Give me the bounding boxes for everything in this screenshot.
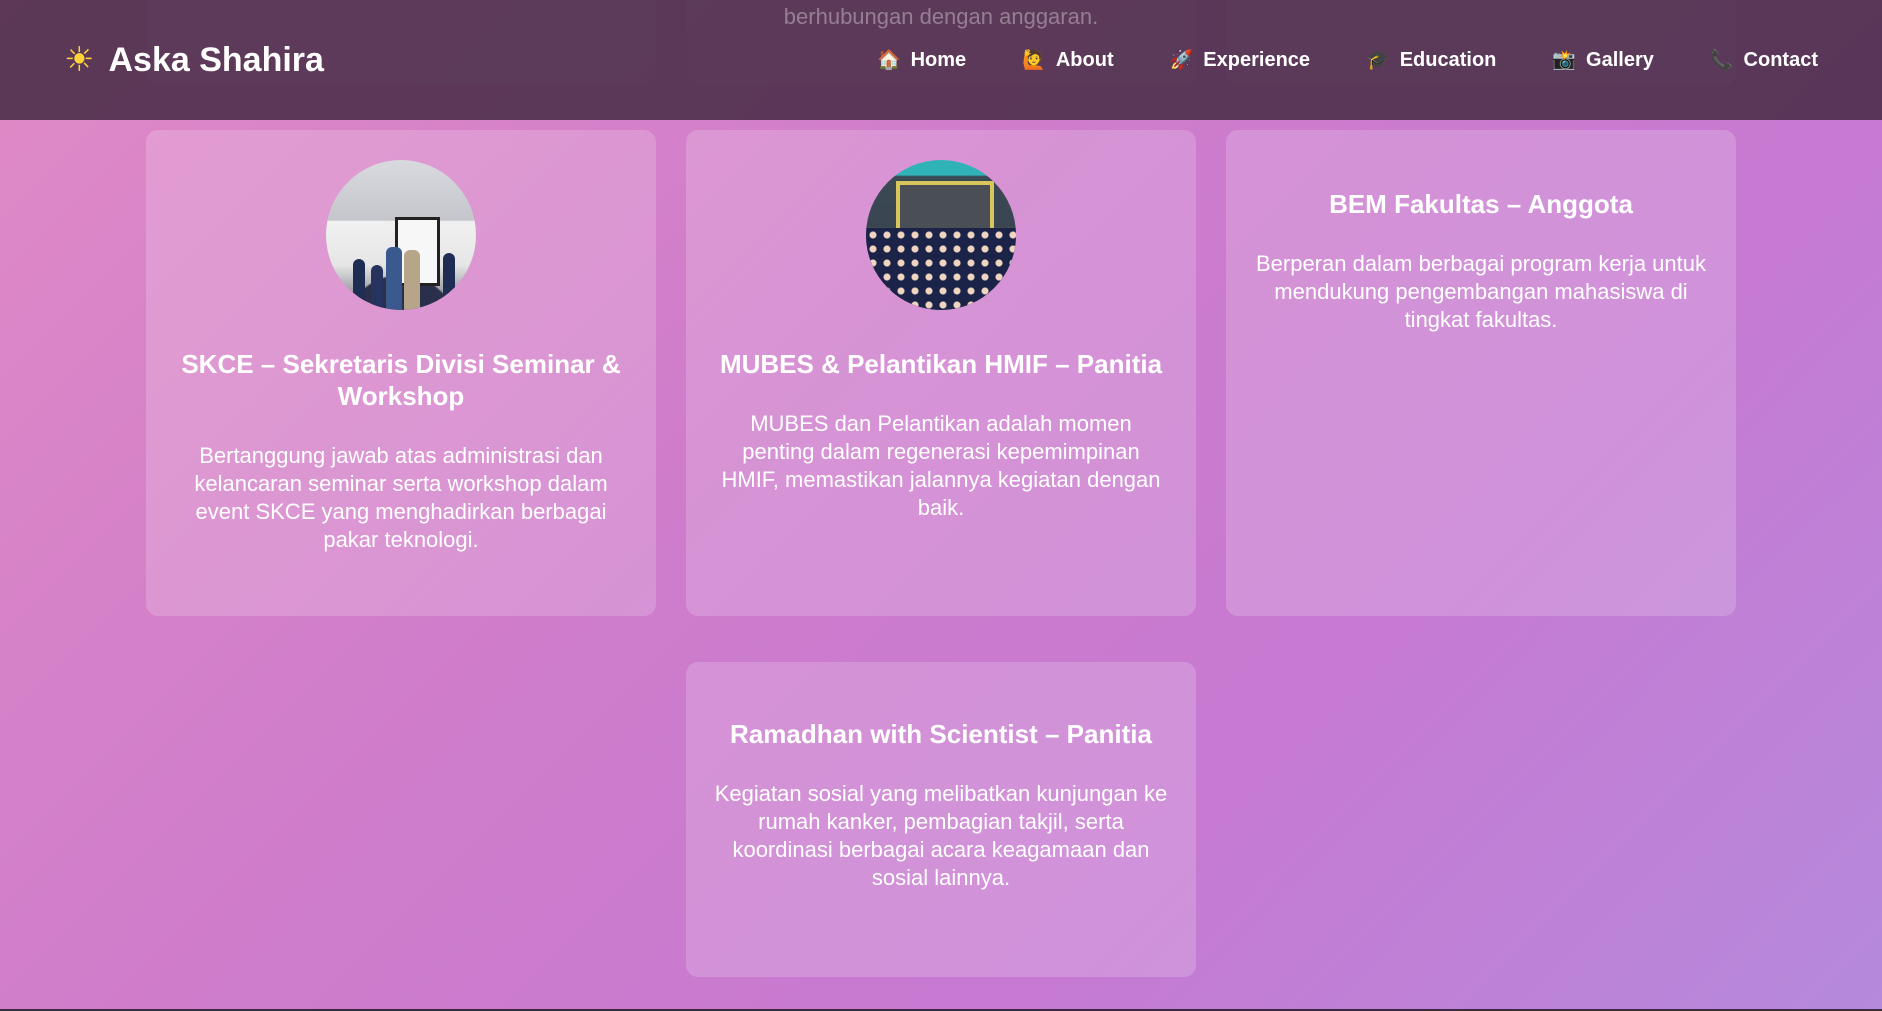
- event-photo: [326, 160, 476, 310]
- house-icon: 🏠: [876, 50, 901, 71]
- brand-logo[interactable]: ☀ Aska Shahira: [64, 40, 324, 80]
- nav-label: Home: [910, 48, 967, 71]
- card-description: Kegiatan sosial yang melibatkan kunjunga…: [714, 781, 1168, 890]
- nav-item-experience[interactable]: 🚀 Experience: [1170, 48, 1310, 72]
- card-description: MUBES dan Pelantikan adalah momen pentin…: [721, 411, 1161, 520]
- nav-label: Gallery: [1586, 48, 1654, 71]
- nav-item-about[interactable]: 🙋 About: [1022, 48, 1113, 72]
- nav-label: Education: [1399, 48, 1497, 71]
- card-title: MUBES & Pelantikan HMIF – Panitia: [719, 349, 1163, 379]
- experience-card: MUBES & Pelantikan HMIF – Panitia MUBES …: [686, 130, 1196, 616]
- card-description: Bertanggung jawab atas administrasi dan …: [194, 443, 608, 552]
- camera-icon: 📸: [1552, 50, 1577, 71]
- nav-item-contact[interactable]: 📞 Contact: [1710, 48, 1818, 72]
- card-description: Berperan dalam berbagai program kerja un…: [1255, 251, 1707, 332]
- graduation-cap-icon: 🎓: [1366, 50, 1390, 71]
- nav-menu: 🏠 Home 🙋 About 🚀 Experience 🎓 Education …: [821, 48, 1818, 72]
- nav-item-home[interactable]: 🏠 Home: [877, 48, 966, 72]
- telephone-icon: 📞: [1709, 50, 1734, 71]
- experience-card: BEM Fakultas – Anggota Berperan dalam be…: [1226, 130, 1736, 616]
- card-title: SKCE – Sekretaris Divisi Seminar & Works…: [181, 349, 621, 411]
- nav-label: About: [1055, 48, 1114, 71]
- event-photo: [866, 160, 1016, 310]
- experience-card: SKCE – Sekretaris Divisi Seminar & Works…: [146, 130, 656, 616]
- experience-card: Ramadhan with Scientist – Panitia Kegiat…: [686, 662, 1196, 977]
- nav-item-gallery[interactable]: 📸 Gallery: [1552, 48, 1654, 72]
- partial-card-text: berhubungan dengan anggaran.: [783, 4, 1099, 29]
- rocket-icon: 🚀: [1169, 50, 1194, 71]
- card-title: BEM Fakultas – Anggota: [1329, 189, 1633, 219]
- nav-label: Contact: [1743, 48, 1818, 71]
- sun-icon: ☀: [64, 41, 95, 79]
- card-title: Ramadhan with Scientist – Panitia: [730, 719, 1152, 749]
- nav-item-education[interactable]: 🎓 Education: [1366, 48, 1496, 72]
- person-raising-hand-icon: 🙋: [1022, 50, 1046, 71]
- nav-label: Experience: [1203, 48, 1311, 71]
- brand-name: Aska Shahira: [108, 40, 324, 79]
